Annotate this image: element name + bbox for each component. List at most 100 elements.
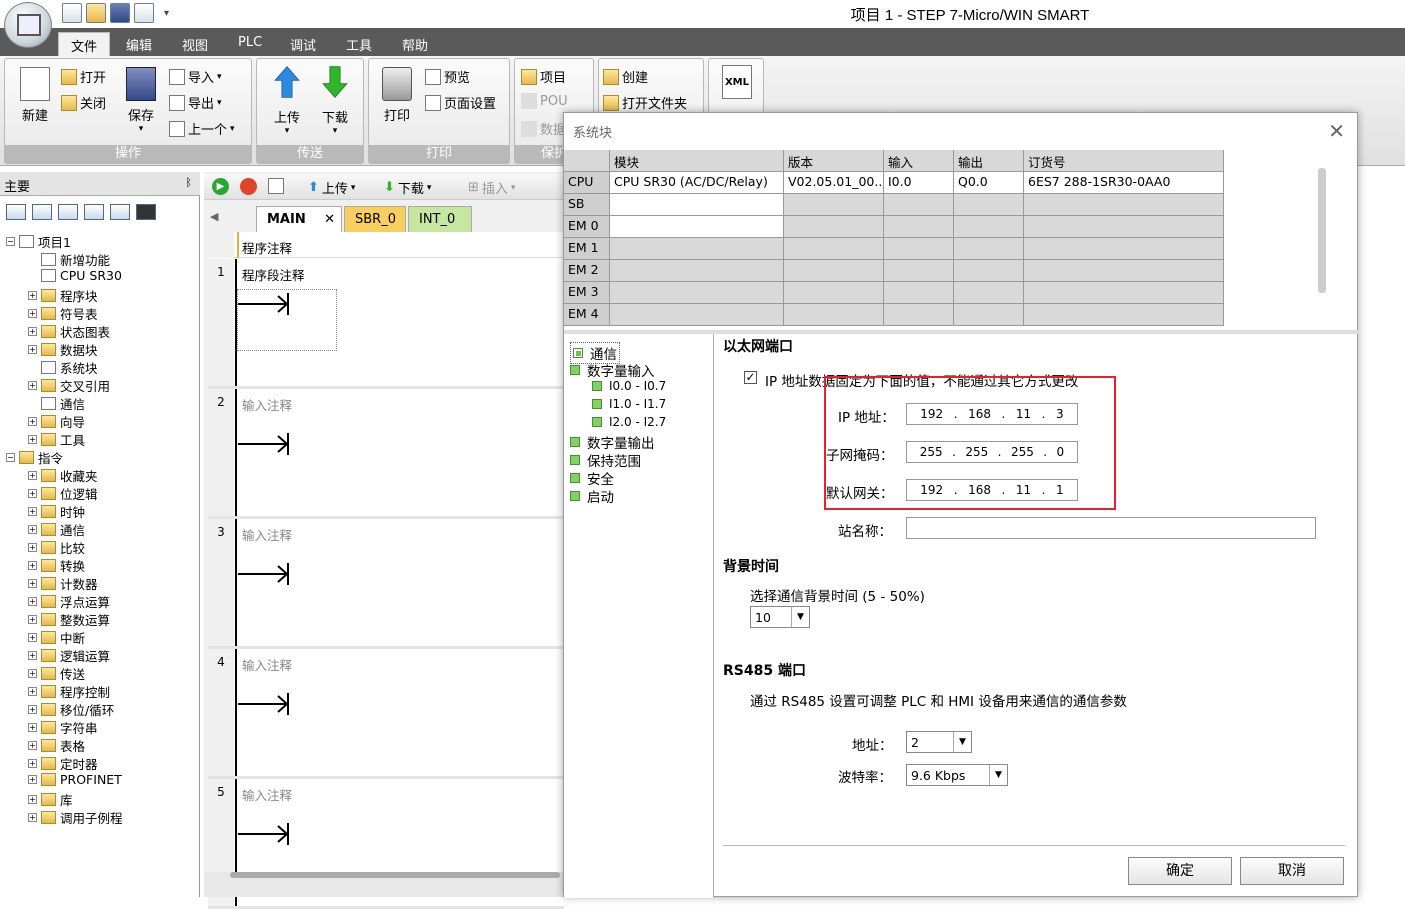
grid-cell[interactable] bbox=[884, 238, 954, 260]
expand-icon[interactable]: + bbox=[28, 705, 37, 714]
tree-item-digital-output[interactable]: 数字量输出 bbox=[570, 432, 655, 452]
tree-item-instr-26[interactable]: + 移位/循环 bbox=[28, 700, 114, 719]
tree-item-instructions[interactable]: − 指令 bbox=[6, 448, 63, 467]
tab-main[interactable]: MAIN ✕ bbox=[256, 206, 342, 232]
expand-icon[interactable]: + bbox=[28, 471, 37, 480]
tree-item-instr-31[interactable]: + 库 bbox=[28, 790, 73, 809]
compile-button[interactable] bbox=[268, 178, 284, 194]
tree-item-instr-14[interactable]: + 位逻辑 bbox=[28, 484, 98, 503]
tree-item-instr-18[interactable]: + 转换 bbox=[28, 556, 85, 575]
ladder-network[interactable]: 1 程序段注释 bbox=[208, 259, 564, 389]
pin-icon[interactable]: ᛒ bbox=[185, 176, 192, 189]
tree-item-instr-20[interactable]: + 浮点运算 bbox=[28, 592, 110, 611]
expand-icon[interactable]: + bbox=[28, 615, 37, 624]
menu-help[interactable]: 帮助 bbox=[390, 32, 440, 56]
tree-item-cross-ref[interactable]: + 交叉引用 bbox=[28, 376, 110, 395]
station-name-input[interactable] bbox=[906, 517, 1316, 539]
grid-cell[interactable] bbox=[610, 304, 784, 326]
tree-item-project[interactable]: − 项目1 bbox=[6, 232, 71, 251]
grid-row-label[interactable]: EM 3 bbox=[564, 282, 610, 304]
tree-item-status-chart[interactable]: + 状态图表 bbox=[28, 322, 110, 341]
toolbar-download-button[interactable]: ⬇ 下载 ▾ bbox=[384, 178, 431, 197]
open-folder-button[interactable]: 打开文件夹 bbox=[603, 93, 687, 112]
tree-item-symbol-table[interactable]: + 符号表 bbox=[28, 304, 98, 323]
menu-plc[interactable]: PLC bbox=[226, 32, 274, 56]
grid-cell[interactable] bbox=[784, 282, 884, 304]
network-comment[interactable]: 输入注释 bbox=[242, 395, 292, 414]
page-setup-button[interactable]: 页面设置 bbox=[425, 93, 496, 112]
grid-row-label[interactable]: SB bbox=[564, 194, 610, 216]
protect-project-button[interactable]: 项目 bbox=[521, 67, 566, 86]
tree-item-tools[interactable]: + 工具 bbox=[28, 430, 85, 449]
menu-file[interactable]: 文件 bbox=[58, 32, 111, 56]
expand-icon[interactable]: + bbox=[28, 795, 37, 804]
ladder-network[interactable]: 3 输入注释 bbox=[208, 519, 564, 649]
network-comment[interactable]: 输入注释 bbox=[242, 655, 292, 674]
tree-item-instr-29[interactable]: + 定时器 bbox=[28, 754, 98, 773]
tree-item-instr-21[interactable]: + 整数运算 bbox=[28, 610, 110, 629]
tree-item-security[interactable]: 安全 bbox=[570, 468, 614, 488]
tree-item-startup[interactable]: 启动 bbox=[570, 486, 614, 506]
grid-cell[interactable] bbox=[784, 194, 884, 216]
grid-cell[interactable] bbox=[1024, 194, 1224, 216]
close-button[interactable]: 关闭 bbox=[61, 93, 106, 112]
tree-item-whats-new[interactable]: 新增功能 bbox=[28, 250, 110, 269]
expand-icon[interactable]: + bbox=[28, 327, 37, 336]
grid-header[interactable] bbox=[564, 150, 610, 172]
network-comment[interactable]: 输入注释 bbox=[242, 785, 292, 804]
tree-item-instr-27[interactable]: + 字符串 bbox=[28, 718, 98, 737]
grid-row-label[interactable]: EM 1 bbox=[564, 238, 610, 260]
network-comment[interactable]: 输入注释 bbox=[242, 525, 292, 544]
grid-cell[interactable] bbox=[1024, 282, 1224, 304]
expand-icon[interactable]: + bbox=[28, 525, 37, 534]
grid-cell[interactable] bbox=[954, 260, 1024, 282]
grid-cell[interactable] bbox=[784, 216, 884, 238]
print-button[interactable]: 打印 bbox=[377, 67, 417, 124]
expand-icon[interactable]: + bbox=[28, 489, 37, 498]
grid-header[interactable]: 版本 bbox=[784, 150, 884, 172]
grid-cell[interactable] bbox=[784, 304, 884, 326]
tree-item-i1[interactable]: I1.0 - I1.7 bbox=[592, 397, 666, 411]
expand-icon[interactable]: + bbox=[28, 651, 37, 660]
menu-tools[interactable]: 工具 bbox=[334, 32, 384, 56]
grid-cell[interactable] bbox=[884, 304, 954, 326]
grid-header[interactable]: 模块 bbox=[610, 150, 784, 172]
grid-cell[interactable] bbox=[610, 282, 784, 304]
expand-icon[interactable]: + bbox=[28, 579, 37, 588]
protect-data-button[interactable]: 数据 bbox=[521, 119, 566, 138]
expand-icon[interactable]: + bbox=[28, 345, 37, 354]
tree-item-retentive[interactable]: 保持范围 bbox=[570, 450, 641, 470]
tab-int0[interactable]: INT_0 bbox=[408, 206, 472, 232]
expand-icon[interactable]: + bbox=[28, 381, 37, 390]
collapse-icon[interactable]: − bbox=[6, 453, 15, 462]
expand-icon[interactable]: + bbox=[28, 813, 37, 822]
grid-cell[interactable] bbox=[884, 194, 954, 216]
tree-item-instr-23[interactable]: + 逻辑运算 bbox=[28, 646, 110, 665]
expand-icon[interactable]: + bbox=[28, 723, 37, 732]
grid-cell[interactable]: 6ES7 288-1SR30-0AA0 bbox=[1024, 172, 1224, 194]
grid-cell[interactable] bbox=[610, 238, 784, 260]
grid-row-label[interactable]: EM 2 bbox=[564, 260, 610, 282]
cancel-button[interactable]: 取消 bbox=[1240, 857, 1344, 885]
grid-cell[interactable] bbox=[1024, 260, 1224, 282]
background-time-select[interactable]: 10 ▼ bbox=[750, 606, 810, 628]
collapse-icon[interactable]: − bbox=[6, 237, 15, 246]
menu-edit[interactable]: 编辑 bbox=[114, 32, 164, 56]
import-button[interactable]: 导入 ▾ bbox=[169, 67, 222, 86]
create-button[interactable]: 创建 bbox=[603, 67, 648, 86]
expand-icon[interactable]: + bbox=[28, 507, 37, 516]
ladder-network[interactable]: 4 输入注释 bbox=[208, 649, 564, 779]
new-button[interactable]: 新建 bbox=[15, 67, 55, 124]
expand-icon[interactable]: + bbox=[28, 597, 37, 606]
monitor-icon[interactable] bbox=[136, 204, 156, 220]
grid-cell[interactable]: CPU SR30 (AC/DC/Relay) bbox=[610, 172, 784, 194]
tree-item-comm[interactable]: 通信 bbox=[28, 394, 85, 413]
tree-item-system-block[interactable]: 系统块 bbox=[28, 358, 98, 377]
tab-close-icon[interactable]: ✕ bbox=[324, 212, 335, 227]
grid-cell[interactable] bbox=[610, 216, 784, 238]
editor-scroll-thumb[interactable] bbox=[230, 872, 560, 878]
grid-row-label[interactable]: EM 4 bbox=[564, 304, 610, 326]
grid-header[interactable]: 输入 bbox=[884, 150, 954, 172]
preview-button[interactable]: 预览 bbox=[425, 67, 470, 86]
expand-icon[interactable]: + bbox=[28, 633, 37, 642]
